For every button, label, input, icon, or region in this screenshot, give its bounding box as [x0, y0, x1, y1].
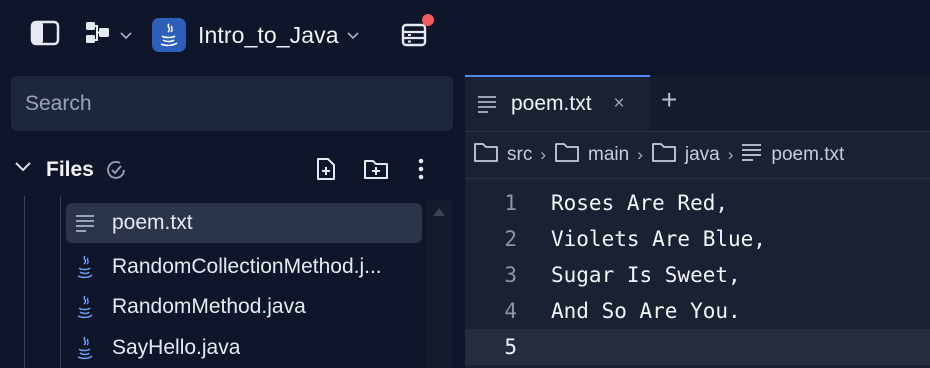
chevron-right-icon: › [727, 145, 734, 164]
line-number: 2 [504, 227, 517, 251]
breadcrumb-label: poem.txt [771, 144, 845, 165]
close-icon[interactable]: × [614, 93, 625, 115]
files-section-header: Files [14, 150, 454, 190]
tab-poem[interactable]: poem.txt × [465, 75, 650, 131]
add-tab-button[interactable]: + [661, 85, 677, 115]
code-line[interactable]: 1 Roses Are Red, [465, 185, 930, 221]
line-text: And So Are You. [551, 299, 741, 323]
chevron-down-icon [347, 27, 359, 43]
breadcrumb-label: java [684, 144, 720, 165]
tree-indent-guide [24, 196, 25, 368]
tree-indent-guide [60, 196, 61, 368]
tab-label: poem.txt [511, 92, 592, 115]
java-file-icon [74, 336, 96, 360]
chevron-right-icon: › [540, 145, 546, 164]
line-number: 1 [504, 191, 517, 215]
chevron-right-icon: › [637, 145, 643, 164]
chevron-down-icon [120, 27, 132, 43]
java-file-icon [74, 255, 96, 279]
folder-icon [473, 141, 507, 169]
new-file-icon[interactable] [314, 156, 338, 187]
java-logo-icon [152, 18, 186, 52]
text-file-icon [477, 95, 497, 113]
text-file-icon [741, 143, 771, 167]
project-name: Intro_to_Java [198, 21, 339, 48]
sync-status-icon [104, 158, 128, 187]
notification-dot [422, 14, 434, 26]
java-file-icon [74, 295, 96, 319]
workspace-layout-icon [84, 20, 112, 51]
top-bar: Intro_to_Java [0, 0, 930, 70]
project-selector[interactable]: Intro_to_Java [152, 17, 359, 53]
sidebar-toggle-icon [30, 20, 60, 51]
line-number: 5 [504, 335, 517, 359]
breadcrumb-item-java[interactable]: java [651, 141, 720, 169]
new-folder-icon[interactable] [362, 156, 390, 187]
line-text: Violets Are Blue, [551, 227, 766, 251]
file-item-randommethod[interactable]: RandomMethod.java [66, 287, 422, 327]
line-number: 3 [504, 263, 517, 287]
file-item-poem[interactable]: poem.txt [66, 203, 422, 243]
text-file-icon [74, 214, 96, 232]
file-name: RandomMethod.java [112, 295, 306, 318]
scroll-up-arrow-icon[interactable] [433, 208, 445, 216]
folder-icon [554, 141, 588, 169]
editor-pane: poem.txt × + src › main › java › poem.tx… [465, 75, 930, 368]
file-name: RandomCollectionMethod.j... [112, 255, 382, 278]
workspace-layout-button[interactable] [84, 20, 132, 51]
search-placeholder: Search [25, 91, 92, 115]
breadcrumb-item-poem[interactable]: poem.txt [741, 143, 844, 167]
deployments-button[interactable] [400, 14, 434, 50]
breadcrumb: src › main › java › poem.txt [465, 131, 930, 179]
tab-bar: poem.txt × + [465, 75, 930, 131]
file-tree: poem.txt RandomCollectionMethod.j... Ran [0, 196, 454, 368]
files-label[interactable]: Files [46, 158, 94, 182]
file-tree-scrollbar[interactable] [426, 200, 452, 368]
more-options-icon[interactable] [416, 156, 426, 187]
breadcrumb-item-main[interactable]: main [554, 141, 629, 169]
line-text: Roses Are Red, [551, 191, 729, 215]
file-name: SayHello.java [112, 336, 241, 359]
code-line[interactable]: 2 Violets Are Blue, [465, 221, 930, 257]
search-input[interactable]: Search [11, 76, 453, 131]
code-line-current[interactable]: 5 [465, 329, 930, 365]
code-line[interactable]: 4 And So Are You. [465, 293, 930, 329]
code-line[interactable]: 3 Sugar Is Sweet, [465, 257, 930, 293]
code-editor[interactable]: 1 Roses Are Red, 2 Violets Are Blue, 3 S… [465, 185, 930, 368]
breadcrumb-label: src [507, 144, 533, 165]
breadcrumb-item-src[interactable]: src [473, 141, 532, 169]
file-item-sayhello[interactable]: SayHello.java [66, 328, 422, 368]
folder-icon [651, 141, 685, 169]
chevron-down-icon[interactable] [14, 160, 32, 178]
line-text: Sugar Is Sweet, [551, 263, 741, 287]
sidebar-toggle-button[interactable] [30, 20, 60, 51]
line-number: 4 [504, 299, 517, 323]
breadcrumb-label: main [588, 144, 630, 165]
file-name: poem.txt [112, 211, 193, 234]
file-item-randomcollectionmethod[interactable]: RandomCollectionMethod.j... [66, 247, 422, 287]
